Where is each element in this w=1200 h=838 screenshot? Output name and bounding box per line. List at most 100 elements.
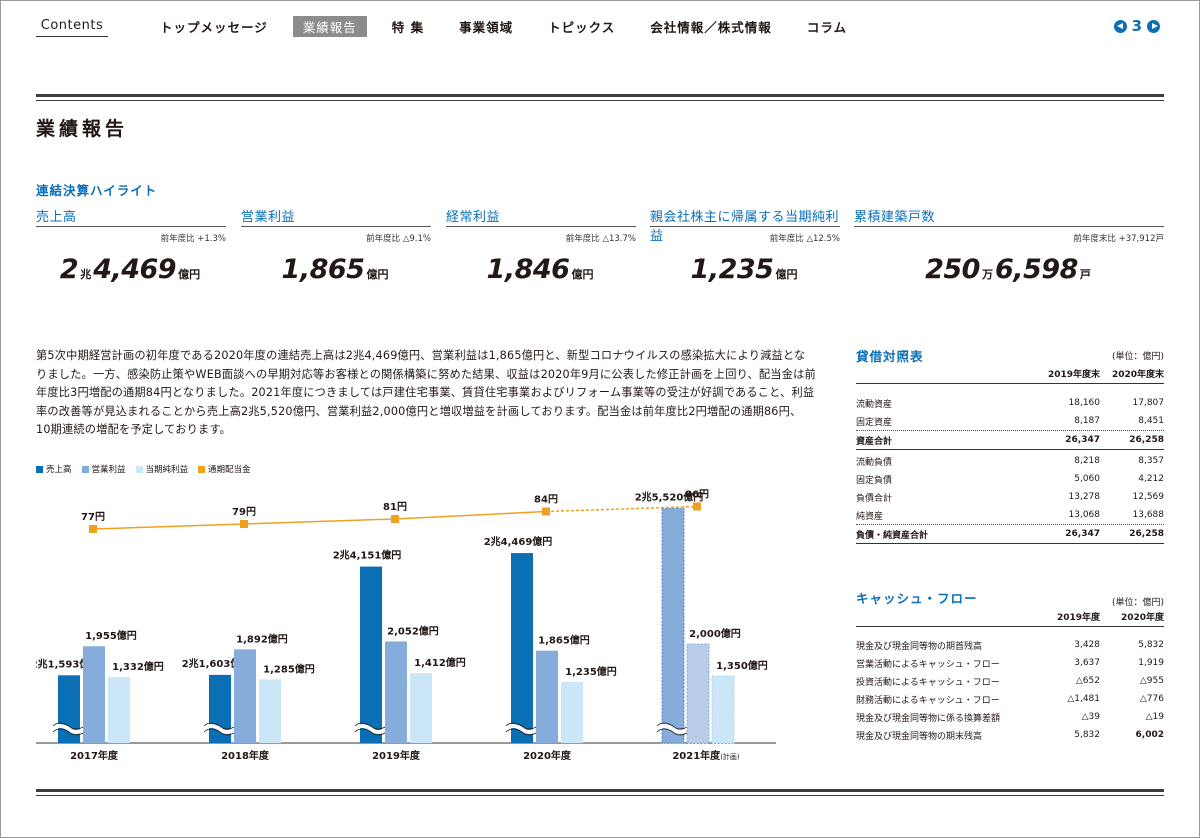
nav-item-performance[interactable]: 業績報告 xyxy=(292,15,367,37)
table-row: 投資活動によるキャッシュ・フロー △652 △955 xyxy=(856,676,1164,688)
kpi-comparison: 前年度末比 +37,912戸 xyxy=(1073,234,1164,244)
kpi-label: 営業利益 xyxy=(241,210,296,225)
data-label-operating-income: 1,955億円 xyxy=(85,629,137,642)
pager: 3 xyxy=(1113,17,1160,35)
bar-sales xyxy=(360,566,382,743)
point-dividend xyxy=(542,507,550,516)
data-label-sales: 2兆4,469億円 xyxy=(484,535,553,548)
kpi-label: 売上高 xyxy=(36,210,77,225)
data-label-dividend: 77円 xyxy=(81,511,105,523)
x-tick-label: 2018年度 xyxy=(221,749,270,762)
kpi-cumulative-units: 累積建築戸数 前年度末比 +37,912戸 250 万6,598 戸 xyxy=(854,206,1164,285)
table-row: 現金及び現金同等物の期首残高 3,428 5,832 xyxy=(856,640,1164,652)
performance-chart: 2兆1,593億円1,955億円1,332億円2017年度2兆1,603億円1,… xyxy=(36,489,776,762)
point-dividend xyxy=(693,502,701,511)
kpi-value: 2 兆4,469 億円 xyxy=(59,254,201,285)
header-rule-thin xyxy=(36,100,1164,101)
data-label-net-income: 1,285億円 xyxy=(263,662,315,675)
kpi-comparison: 前年度比 △12.5% xyxy=(769,234,840,244)
data-label-net-income: 1,350億円 xyxy=(716,659,768,672)
kpi-value: 1,235 億円 xyxy=(690,254,798,285)
table-row: 流動資産 18,160 17,807 xyxy=(856,398,1164,410)
table-row: 純資産 13,068 13,688 xyxy=(856,510,1164,522)
prev-page-icon[interactable] xyxy=(1113,19,1127,33)
page-title: 業績報告 xyxy=(36,118,129,140)
kpi-comparison: 前年度比 △9.1% xyxy=(366,234,431,244)
footer-rule-thick xyxy=(36,789,1164,792)
data-label-net-income: 1,412億円 xyxy=(414,656,466,669)
header-rule-thick xyxy=(36,94,1164,97)
table-row: 負債合計 13,278 12,569 xyxy=(856,492,1164,504)
point-dividend xyxy=(89,525,97,533)
table-row: 現金及び現金同等物に係る換算差額 △39 △19 xyxy=(856,712,1164,724)
bar-operating-income xyxy=(686,643,710,744)
data-label-dividend: 79円 xyxy=(232,506,256,518)
balance-sheet-title: 貸借対照表 xyxy=(856,348,924,364)
bar-net-income xyxy=(410,673,432,743)
table-row: 資産合計 26,347 26,258 xyxy=(856,435,1164,447)
legend-item-operating-income: 営業利益 xyxy=(81,463,126,475)
kpi-value: 250 万6,598 戸 xyxy=(925,254,1091,285)
table-row: 現金及び現金同等物の期末残高 5,832 6,002 xyxy=(856,730,1164,742)
page-number: 3 xyxy=(1131,17,1142,35)
bar-sales xyxy=(661,507,685,744)
x-tick-label: 2020年度 xyxy=(523,749,572,762)
bar-sales xyxy=(511,553,533,743)
kpi-comparison: 前年度比 △13.7% xyxy=(565,234,636,244)
data-label-operating-income: 1,865億円 xyxy=(538,634,590,647)
bar-net-income xyxy=(561,681,583,743)
kpi-value: 1,846 億円 xyxy=(486,254,594,285)
table-row: 負債・純資産合計 26,347 26,258 xyxy=(856,529,1164,541)
data-label-sales: 2兆4,151億円 xyxy=(333,549,402,562)
bar-net-income xyxy=(108,677,130,743)
line-dividend-segment xyxy=(394,510,547,520)
bar-operating-income xyxy=(385,641,407,743)
legend-item-dividend: 通期配当金 xyxy=(198,463,251,475)
bar-net-income xyxy=(711,675,735,744)
line-dividend-segment xyxy=(92,523,245,530)
contents-link[interactable]: Contents xyxy=(36,17,108,37)
point-dividend xyxy=(391,515,399,523)
data-label-dividend: 86円 xyxy=(685,489,709,501)
kpi-value: 1,865 億円 xyxy=(281,254,389,285)
cash-flow-title: キャッシュ・フロー xyxy=(856,590,978,606)
next-page-icon[interactable] xyxy=(1147,19,1160,33)
cash-flow-unit: (単位：億円) xyxy=(1111,597,1164,608)
x-tick-label: 2021年度(計画) xyxy=(672,749,740,762)
data-label-dividend: 81円 xyxy=(383,501,407,513)
nav-item-column[interactable]: コラム xyxy=(797,16,857,37)
legend-item-sales: 売上高 xyxy=(36,463,72,475)
nav-item-feature[interactable]: 特 集 xyxy=(382,16,434,37)
data-label-operating-income: 2,000億円 xyxy=(689,627,741,640)
bar-operating-income xyxy=(234,649,256,743)
line-dividend-segment xyxy=(243,518,396,525)
data-label-dividend: 84円 xyxy=(534,494,558,506)
nav-item-top-message[interactable]: トップメッセージ xyxy=(150,16,278,37)
table-row: 営業活動によるキャッシュ・フロー 3,637 1,919 xyxy=(856,658,1164,670)
nav-item-business[interactable]: 事業領域 xyxy=(449,16,523,37)
x-tick-label: 2017年度 xyxy=(70,749,119,762)
balance-sheet-table: 貸借対照表 (単位：億円) 2019年度末 2020年度末 流動資産 18,160 1… xyxy=(856,346,1164,544)
kpi-ordinary-income: 経常利益 前年度比 △13.7% 1,846 億円 xyxy=(446,206,636,285)
kpi-net-income: 親会社株主に帰属する当期純利益 前年度比 △12.5% 1,235 億円 xyxy=(650,206,840,285)
nav-item-topics[interactable]: トピックス xyxy=(538,16,625,37)
legend-item-net-income: 当期純利益 xyxy=(135,463,188,475)
cash-flow-table: キャッシュ・フロー (単位：億円) 2019年度 2020年度 現金及び現金同等物… xyxy=(856,587,1164,744)
kpi-sales: 売上高 前年度比 +1.3% 2 兆4,469 億円 xyxy=(36,206,226,285)
table-row: 流動負債 8,218 8,357 xyxy=(856,456,1164,468)
nav-item-company[interactable]: 会社情報／株式情報 xyxy=(640,16,782,37)
top-nav: トップメッセージ 業績報告 特 集 事業領域 トピックス 会社情報／株式情報 コ… xyxy=(150,15,872,37)
x-tick-label: 2019年度 xyxy=(372,749,421,762)
performance-summary-text: 第5次中期経営計画の初年度である2020年度の連結売上高は2兆4,469億円、営… xyxy=(36,349,816,437)
footer-rule-thin xyxy=(36,795,1164,796)
data-label-operating-income: 1,892億円 xyxy=(236,632,288,645)
balance-sheet-unit: (単位：億円) xyxy=(1111,351,1164,362)
highlights-title: 連結決算ハイライト xyxy=(36,183,158,198)
table-row: 財務活動によるキャッシュ・フロー △1,481 △776 xyxy=(856,694,1164,706)
bar-operating-income xyxy=(536,650,558,743)
bar-operating-income xyxy=(83,646,105,743)
cash-flow-header: 2019年度 2020年度 xyxy=(1056,612,1164,623)
table-row: 固定資産 8,187 8,451 xyxy=(856,416,1164,428)
data-label-net-income: 1,332億円 xyxy=(112,660,164,673)
chart-legend: 売上高 営業利益 当期純利益 通期配当金 xyxy=(36,463,251,475)
